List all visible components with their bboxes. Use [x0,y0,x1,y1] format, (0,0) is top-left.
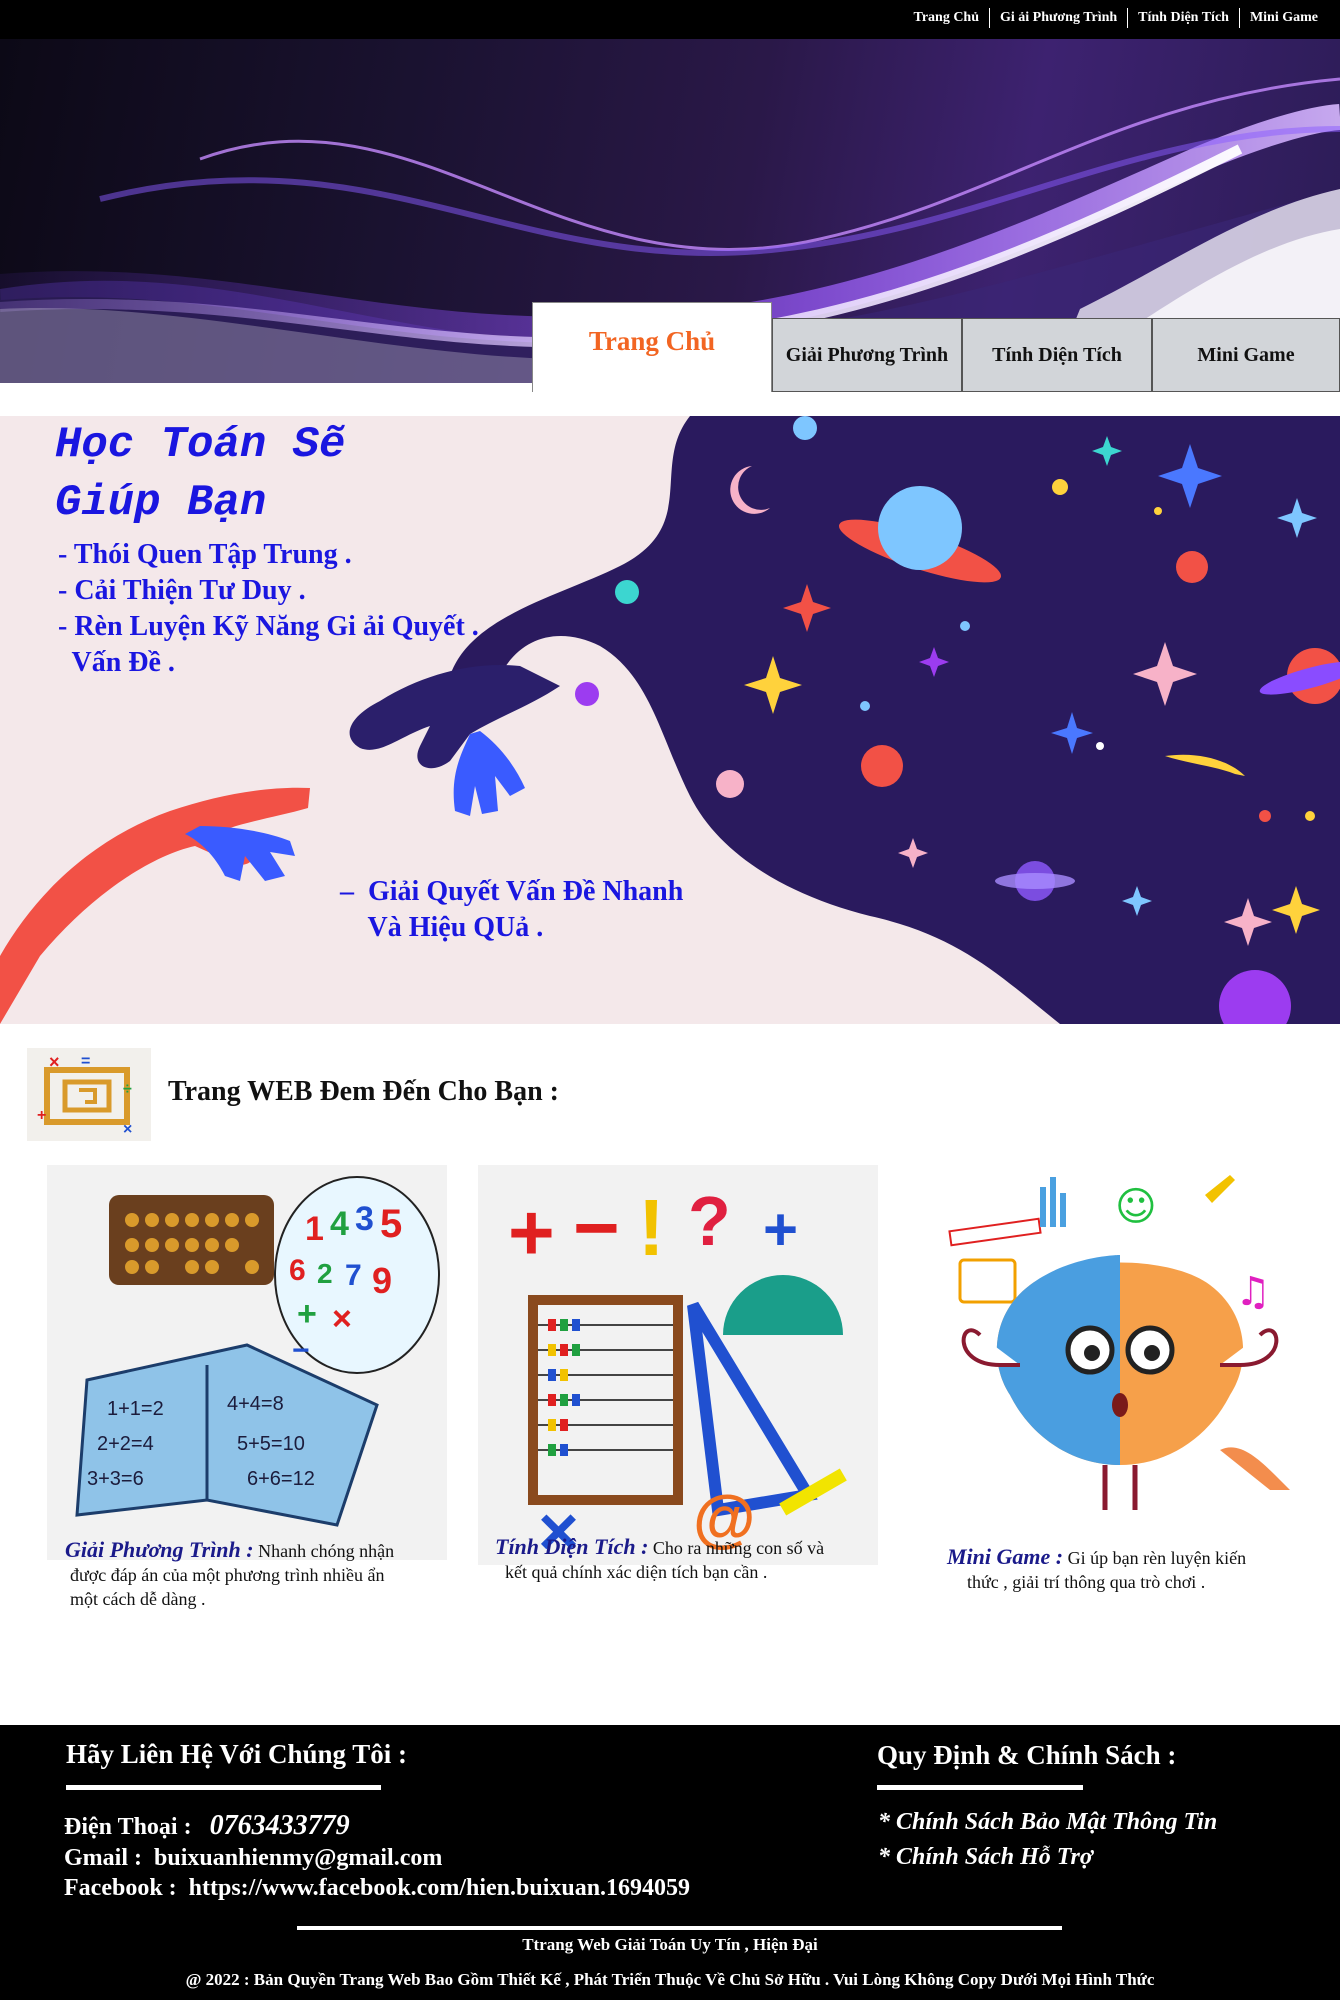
equation-card-text: Giải Phương Trình : Nhanh chóng nhận đượ… [65,1538,445,1611]
hero-benefits-list: - Thói Quen Tập Trung . - Cải Thiện Tư D… [58,537,479,681]
policy-support-link[interactable]: * Chính Sách Hỗ Trợ [878,1844,1093,1871]
hero-extra-benefit: – Giải Quyết Vấn Đề Nhanh Và Hiệu QUả . [340,874,683,946]
top-nav: Trang Chủ Gi ải Phương Trình Tính Diện T… [904,8,1328,28]
book-equation: 3+3=6 [87,1468,144,1490]
tab-home[interactable]: Trang Chủ [532,302,772,392]
minigame-card-text: Mini Game : Gi úp bạn rèn luyện kiến thứ… [947,1545,1327,1594]
minigame-card-desc: Gi úp bạn rèn luyện kiến [1063,1548,1247,1568]
svg-text:+: + [297,1295,317,1333]
footer-divider [297,1926,1062,1930]
policy-heading: Quy Định & Chính Sách : [877,1740,1177,1770]
equation-card-desc: Nhanh chóng nhận [253,1541,395,1561]
area-card-label[interactable]: Tính Diện Tích : [495,1534,648,1559]
hero-extra-line1: – Giải Quyết Vấn Đề Nhanh [340,876,684,907]
book-equation: 4+4=8 [227,1393,284,1415]
svg-text:♫: ♫ [1235,1269,1271,1315]
svg-text:×: × [49,1052,60,1072]
svg-text:+: + [763,1196,798,1263]
svg-text:÷: ÷ [123,1081,132,1098]
svg-text:+: + [37,1107,46,1124]
minigame-brain-image: ☺ ♫ [920,1165,1320,1535]
equation-card-desc3: một cách dễ dàng . [70,1589,206,1609]
minigame-card-label[interactable]: Mini Game : [947,1544,1063,1569]
facebook-link[interactable]: https://www.facebook.com/hien.buixuan.16… [189,1875,690,1901]
area-card-desc2: kết quả chính xác diện tích bạn cần . [505,1562,768,1582]
contact-heading: Hãy Liên Hệ Với Chúng Tôi : [66,1739,408,1769]
footer: Hãy Liên Hệ Với Chúng Tôi : Điện Thoại :… [0,1725,1340,2000]
topnav-minigame-link[interactable]: Mini Game [1238,8,1328,28]
bubble-digit: 5 [380,1202,402,1246]
hero-benefit-item: - Cải Thiện Tư Duy . [58,575,306,606]
equation-image: 1 4 3 5 6 2 7 9 + × − 1+1=2 2+2=4 3+3=6 … [47,1165,447,1560]
svg-text:+: + [508,1188,555,1277]
facebook-line: Facebook : https://www.facebook.com/hien… [64,1875,690,1902]
hero-title: Học Toán Sẽ Giúp Bạn [55,416,345,532]
bubble-digit: 6 [289,1254,306,1287]
gmail-label: Gmail : [64,1845,142,1871]
bubble-digit: 2 [317,1258,333,1289]
policy-privacy-link[interactable]: * Chính Sách Bảo Mật Thông Tin [878,1809,1217,1836]
book-equation: 5+5=10 [237,1433,305,1455]
svg-text:−: − [292,1334,310,1367]
hero-extra-line2: Và Hiệu QUả . [340,912,544,943]
top-bar: Trang Chủ Gi ải Phương Trình Tính Diện T… [0,0,1340,39]
footer-tagline: Ttrang Web Giải Toán Uy Tín , Hiện Đại [522,1935,818,1954]
contact-underline [66,1785,381,1790]
math-maze-logo: × = ÷ + × [27,1048,151,1141]
bubble-digit: 4 [330,1205,349,1243]
phone-line: Điện Thoại : 0763433779 [64,1810,350,1842]
tab-minigame[interactable]: Mini Game [1152,318,1340,392]
svg-text:=: = [81,1053,90,1070]
policy-underline [877,1785,1083,1790]
footer-copyright: @ 2022 : Bản Quyền Trang Web Bao Gồm Thi… [185,1970,1155,1989]
minigame-card-desc2: thức , giải trí thông qua trò chơi . [967,1572,1206,1592]
equation-card-desc2: được đáp án của một phương trình nhiều ẩ… [70,1565,385,1585]
tab-equation[interactable]: Giải Phương Trình [772,318,962,392]
book-equation: 2+2=4 [97,1433,154,1455]
svg-text:×: × [123,1121,132,1138]
area-card-text: Tính Diện Tích : Cho ra những con số và … [495,1535,895,1584]
hero-title-line1: Học Toán Sẽ [55,420,346,470]
bubble-digit: 9 [372,1260,392,1301]
topnav-area-link[interactable]: Tính Diện Tích [1127,8,1239,28]
svg-text:×: × [332,1300,352,1338]
hero-title-line2: Giúp Bạn [55,478,267,528]
hero-section: Học Toán Sẽ Giúp Bạn - Thói Quen Tập Tru… [0,416,1340,1024]
bubble-digit: 3 [355,1200,374,1238]
facebook-label: Facebook : [64,1875,177,1901]
phone-label: Điện Thoại : [64,1814,192,1840]
svg-text:?: ? [688,1182,731,1260]
equation-card-label[interactable]: Giải Phương Trình : [65,1537,254,1562]
gmail-line: Gmail : buixuanhienmy@gmail.com [64,1845,442,1872]
topnav-equation-link[interactable]: Gi ải Phương Trình [989,8,1127,28]
bubble-digit: 1 [305,1210,324,1248]
book-equation: 1+1=2 [107,1398,164,1420]
book-equation: 6+6=12 [247,1468,315,1490]
gmail-link[interactable]: buixuanhienmy@gmail.com [154,1845,442,1871]
hero-benefit-item: Vấn Đề . [58,647,175,678]
hero-benefit-item: - Rèn Luyện Kỹ Năng Gi ải Quyết . [58,611,479,642]
hero-benefit-item: - Thói Quen Tập Trung . [58,539,352,570]
features-heading: Trang WEB Đem Đến Cho Bạn : [168,1076,560,1107]
tab-area[interactable]: Tính Diện Tích [962,318,1152,392]
phone-number[interactable]: 0763433779 [210,1810,350,1841]
topnav-home-link[interactable]: Trang Chủ [904,8,989,28]
svg-text:☺: ☺ [1115,1184,1157,1230]
svg-text:!: ! [638,1183,665,1272]
svg-text:−: − [573,1183,620,1272]
area-card-desc: Cho ra những con số và [648,1538,825,1558]
bubble-digit: 7 [345,1259,362,1292]
area-image: + − ! ? + × @ [478,1165,878,1565]
